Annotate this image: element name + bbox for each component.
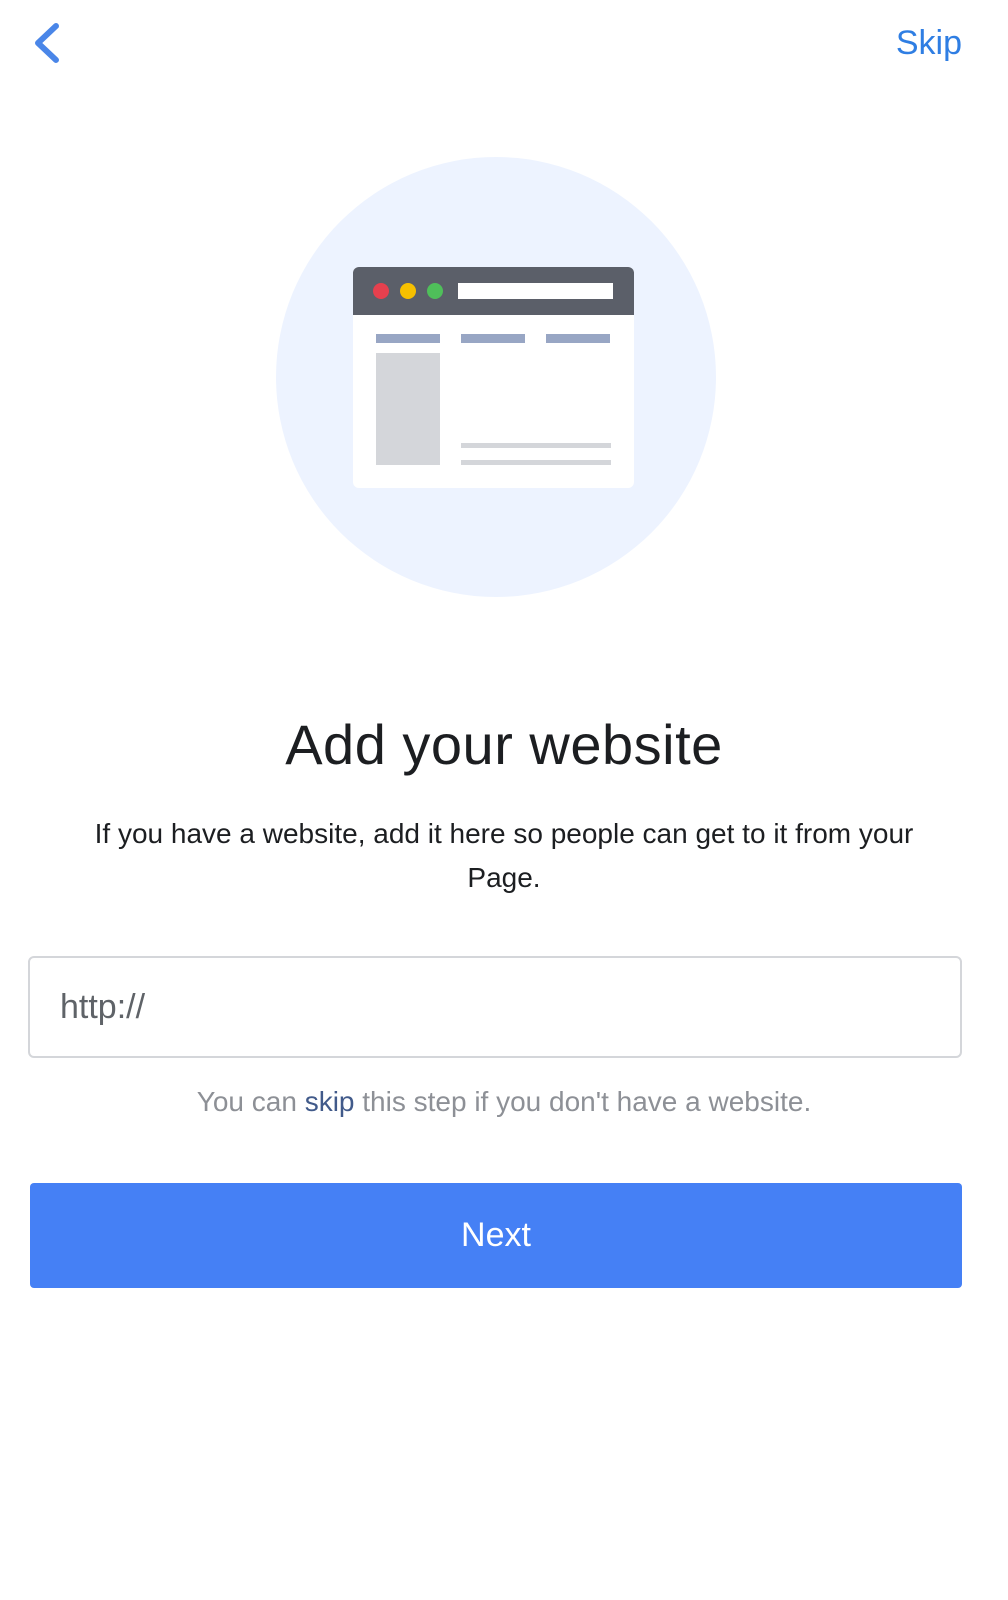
page-title: Add your website <box>285 713 723 776</box>
hint-text-before: You can <box>196 1086 305 1117</box>
back-button[interactable] <box>26 18 70 68</box>
next-button[interactable]: Next <box>30 1183 962 1288</box>
skip-hint: You can skip this step if you don't have… <box>0 1086 1008 1118</box>
chevron-left-icon <box>35 23 59 63</box>
page-description: If you have a website, add it here so pe… <box>94 818 914 893</box>
hint-text-after: this step if you don't have a website. <box>354 1086 812 1117</box>
website-url-input[interactable] <box>28 956 962 1058</box>
browser-window-icon <box>276 157 716 597</box>
skip-button[interactable]: Skip <box>896 24 962 63</box>
skip-inline-link[interactable]: skip <box>305 1086 355 1117</box>
website-illustration <box>276 157 716 597</box>
